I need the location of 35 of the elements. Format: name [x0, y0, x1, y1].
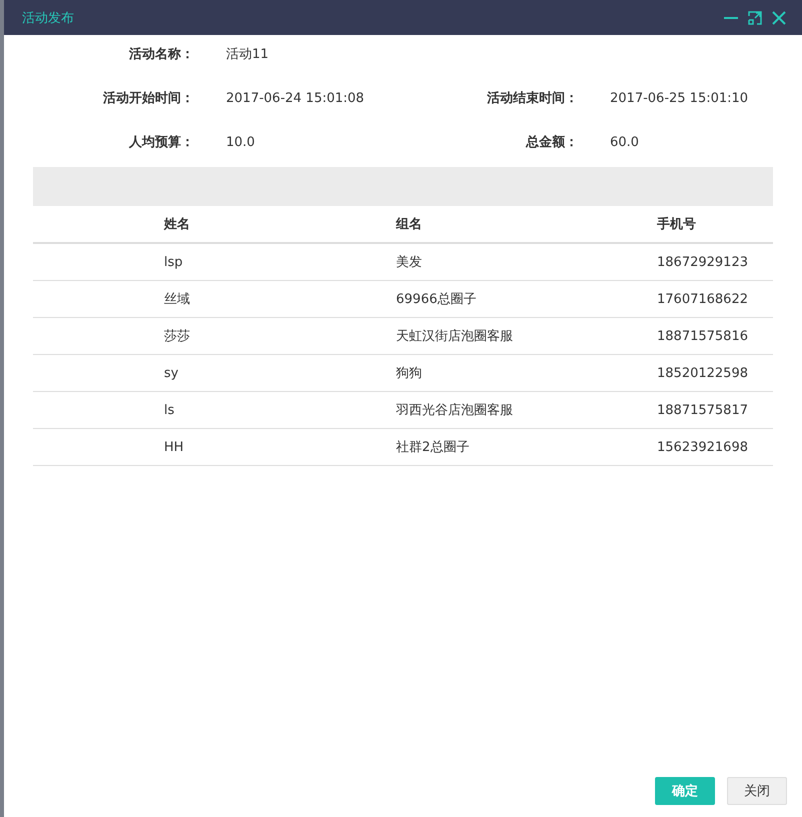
table-cell: 18871575817: [657, 392, 773, 428]
close-button[interactable]: 关闭: [727, 777, 787, 805]
close-icon[interactable]: [772, 10, 786, 24]
table-cell: 社群2总圈子: [396, 428, 657, 466]
table-cell: 69966总圈子: [396, 280, 657, 318]
table-cell: ls: [164, 392, 396, 428]
table-cell: 18520122598: [657, 354, 773, 392]
table-cell: lsp: [164, 243, 396, 280]
column-header: 姓名: [164, 206, 396, 243]
table-cell: 18672929123: [657, 243, 773, 280]
field-value: 60.0: [610, 134, 640, 150]
table-cell: 天虹汉街店泡圈客服: [396, 318, 657, 354]
table-cell: 狗狗: [396, 354, 657, 392]
maximize-icon[interactable]: [748, 10, 762, 24]
field-label: 活动结束时间：: [486, 90, 578, 107]
table-cell: 丝域: [164, 280, 396, 318]
field-value: 2017-06-25 15:01:10: [610, 90, 750, 106]
field-label: 人均预算：: [128, 134, 194, 151]
table-cell: HH: [164, 428, 396, 466]
table-cell: 美发: [396, 243, 657, 280]
table-cell: 17607168622: [657, 280, 773, 318]
field-value: 活动11: [226, 46, 270, 63]
table-cell: sy: [164, 354, 396, 392]
window-title: 活动发布: [22, 10, 75, 26]
field-label: 活动名称：: [128, 46, 194, 63]
table-cell: 15623921698: [657, 428, 773, 466]
table-cell: 羽西光谷店泡圈客服: [396, 392, 657, 428]
column-header: 组名: [396, 206, 657, 243]
table-cell: 莎莎: [164, 318, 396, 354]
table-cell: 18871575816: [657, 318, 773, 354]
column-header: 手机号: [657, 206, 773, 243]
field-value: 10.0: [226, 134, 256, 150]
field-value: 2017-06-24 15:01:08: [226, 90, 366, 106]
field-label: 总金额：: [524, 134, 578, 151]
field-label: 活动开始时间：: [102, 90, 194, 107]
